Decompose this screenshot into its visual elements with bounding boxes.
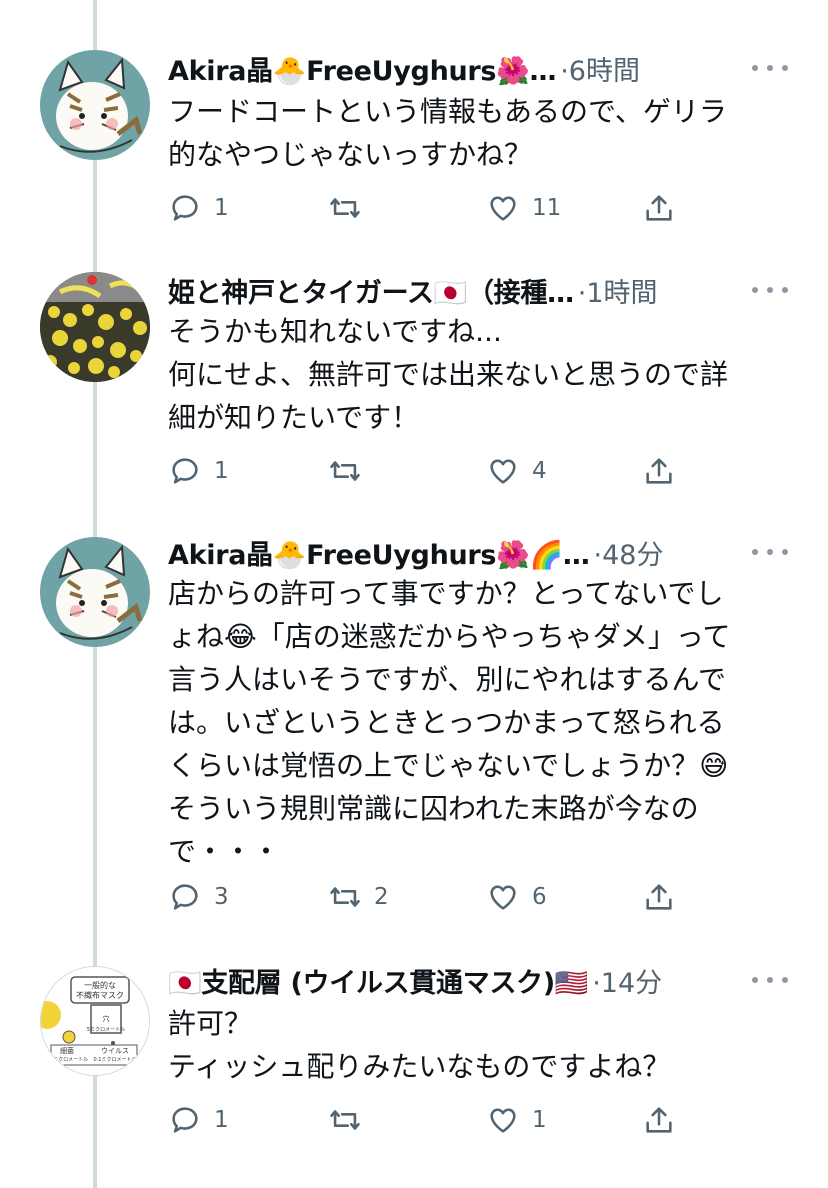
reply-icon [172,884,198,910]
more-options-icon[interactable] [752,58,788,78]
display-name[interactable]: 🇯🇵支配層 (ウイルス貫通マスク)🇺🇸 [168,961,589,1000]
like-count: 11 [532,195,562,221]
avatar-text-bacteria: 細菌 [60,1046,74,1055]
retweet-icon [330,887,360,907]
like-button[interactable]: 6 [486,877,547,917]
reply-count: 1 [214,195,229,221]
retweet-icon [330,198,360,218]
retweet-count: 2 [374,884,389,910]
avatar-text-2: 不織布マスク [76,990,124,1000]
retweet-button[interactable]: 2 [328,877,389,917]
display-name[interactable]: Akira晶🐣FreeUyghurs🌺… [168,49,557,88]
mask-diagram-avatar-icon: 一般的な 不織布マスク 穴 5ミクロメートル 細菌 ~2ミクロメートル ウイルス… [41,967,149,1075]
display-name[interactable]: 姫と神戸とタイガース🇯🇵（接種… [168,271,574,310]
avatar-text-virus-size: 0.1ミクロメートル [94,1057,137,1063]
more-options-icon[interactable] [752,970,788,990]
avatar-text-bacteria-size: ~2ミクロメートル [46,1057,88,1063]
avatar[interactable] [40,272,150,382]
reply-button[interactable]: 1 [168,188,229,228]
share-button[interactable] [642,451,676,491]
reply-button[interactable]: 1 [168,451,229,491]
share-icon [646,1107,672,1133]
like-button[interactable]: 1 [486,1100,547,1140]
like-count: 6 [532,884,547,910]
more-options-icon[interactable] [752,542,788,562]
avatar-text-hole: 穴 [103,1014,110,1023]
heart-icon [490,1108,516,1133]
like-button[interactable]: 4 [486,451,547,491]
avatar-text-1: 一般的な [84,980,116,990]
avatar[interactable] [40,50,150,160]
reply-count: 1 [214,458,229,484]
timestamp[interactable]: ·48分 [594,533,664,572]
share-button[interactable] [642,877,676,917]
retweet-button[interactable] [328,451,374,491]
retweet-icon [330,461,360,481]
timestamp[interactable]: ·1時間 [578,271,658,310]
reply-icon [172,1107,198,1133]
avatar[interactable]: 一般的な 不織布マスク 穴 5ミクロメートル 細菌 ~2ミクロメートル ウイルス… [40,966,150,1076]
tweet-text: 店からの許可って事ですか？とってないでし ょね😂「店の迷惑だからやっちゃダメ」っ… [168,577,731,868]
tweet-header: 🇯🇵支配層 (ウイルス貫通マスク)🇺🇸 ·14分 [168,958,758,1002]
tweet-actions: 3 2 6 [168,877,688,917]
stadium-avatar-icon [40,272,150,382]
heart-icon [490,459,516,484]
tweet-text: 許可？ ティッシュ配りみたいなものですよね？ [168,1007,671,1083]
reply-icon [172,458,198,484]
timestamp[interactable]: ·14分 [592,961,662,1000]
tweet-text: そうかも知れないですね... 何にせよ、無許可では出来ないと思うので詳 細が知り… [168,315,729,434]
reply-count: 1 [214,1107,229,1133]
reply-count: 3 [214,884,229,910]
cat-avatar-icon [40,50,150,160]
share-icon [646,458,672,484]
tweet-actions: 1 11 [168,188,688,228]
cat-avatar-icon [40,537,150,647]
share-button[interactable] [642,1100,676,1140]
share-icon [646,195,672,221]
tweet-header: Akira晶🐣FreeUyghurs🌺… ·6時間 [168,46,758,90]
avatar-text-size: 5ミクロメートル [87,1027,125,1033]
heart-icon [490,196,516,221]
like-button[interactable]: 11 [486,188,561,228]
tweet-actions: 1 4 [168,451,688,491]
retweet-button[interactable] [328,1100,374,1140]
heart-icon [490,885,516,910]
tweet-text: フードコートという情報もあるので、ゲリラ 的なやつじゃないっすかね？ [168,95,727,171]
share-button[interactable] [642,188,676,228]
tweet-actions: 1 1 [168,1100,688,1140]
avatar[interactable] [40,537,150,647]
share-icon [646,884,672,910]
tweet-header: 姫と神戸とタイガース🇯🇵（接種… ·1時間 [168,268,758,312]
reply-icon [172,195,198,221]
more-options-icon[interactable] [752,280,788,300]
reply-button[interactable]: 3 [168,877,229,917]
timestamp[interactable]: ·6時間 [560,49,640,88]
like-count: 1 [532,1107,547,1133]
like-count: 4 [532,458,547,484]
tweet-header: Akira晶🐣FreeUyghurs🌺🌈… ·48分 [168,530,758,574]
display-name[interactable]: Akira晶🐣FreeUyghurs🌺🌈… [168,533,590,572]
retweet-icon [330,1110,360,1130]
reply-button[interactable]: 1 [168,1100,229,1140]
retweet-button[interactable] [328,188,374,228]
avatar-text-virus: ウイルス [101,1047,129,1055]
